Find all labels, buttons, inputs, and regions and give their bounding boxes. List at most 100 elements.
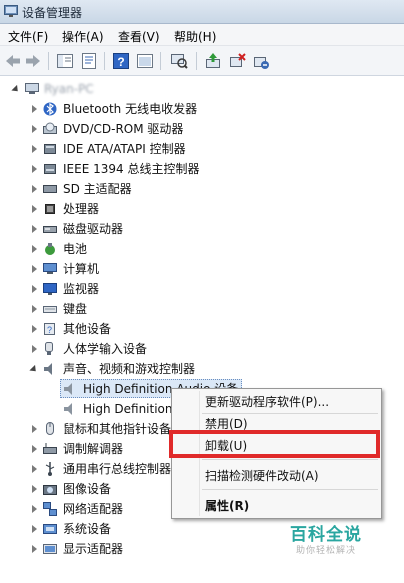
help-icon[interactable]: ? xyxy=(112,52,130,70)
tree-category-0[interactable]: Bluetooth 无线电收发器 xyxy=(0,100,210,118)
expand-arrow-icon[interactable] xyxy=(32,105,37,113)
tree-category-label: 图像设备 xyxy=(63,482,112,496)
expand-arrow-icon[interactable] xyxy=(32,205,37,213)
menu-item-scan-hardware[interactable]: 扫描检测硬件改动(A) xyxy=(205,467,319,484)
audio-device-icon xyxy=(64,383,72,395)
tree-category-4[interactable]: SD 主适配器 xyxy=(0,180,210,198)
tree-category-10[interactable]: 键盘 xyxy=(0,300,210,318)
menu-item-properties[interactable]: 属性(R) xyxy=(205,497,249,514)
uninstall-highlight-box xyxy=(169,430,380,458)
computer-root-icon xyxy=(25,83,39,94)
menu-file[interactable]: 文件(F) xyxy=(8,28,48,45)
tree-category-12[interactable]: 人体学输入设备 xyxy=(0,340,210,358)
expand-arrow-icon[interactable] xyxy=(32,425,37,433)
menu-bar: 文件(F) 操作(A) 查看(V) 帮助(H) xyxy=(0,24,404,46)
processor-icon xyxy=(45,204,55,214)
keyboard-icon xyxy=(43,306,57,313)
tree-category-label: 电池 xyxy=(63,242,88,256)
console-icon[interactable] xyxy=(136,52,154,70)
tree-category-3[interactable]: IEEE 1394 总线主控制器 xyxy=(0,160,210,178)
show-hide-tree-icon[interactable] xyxy=(56,52,74,70)
tree-category-7[interactable]: 电池 xyxy=(0,240,210,258)
expand-arrow-icon[interactable] xyxy=(32,225,37,233)
tree-category-label: 计算机 xyxy=(63,262,100,276)
disable-device-icon[interactable] xyxy=(228,52,246,70)
tree-category-label: 处理器 xyxy=(63,202,100,216)
sd-adapter-icon xyxy=(43,185,57,193)
tree-category-label: 其他设备 xyxy=(63,322,112,336)
network-adapter-icon xyxy=(43,502,57,516)
device-manager-icon xyxy=(4,5,18,17)
dvd-drive-icon xyxy=(43,122,57,134)
back-arrow-icon[interactable] xyxy=(4,52,22,70)
expand-arrow-icon[interactable] xyxy=(32,265,37,273)
tree-category-19[interactable]: 系统设备 xyxy=(0,520,210,538)
ide-controller-icon xyxy=(44,144,56,154)
menu-action[interactable]: 操作(A) xyxy=(62,28,104,45)
tree-category-label: 通用串行总线控制器 xyxy=(63,462,172,476)
expand-arrow-icon[interactable] xyxy=(32,185,37,193)
expand-arrow-icon[interactable] xyxy=(32,545,37,553)
tree-category-8[interactable]: 计算机 xyxy=(0,260,210,278)
usb-controller-icon xyxy=(45,462,55,476)
tree-category-13[interactable]: 声音、视频和游戏控制器 xyxy=(0,360,210,378)
collapse-arrow-icon[interactable] xyxy=(29,364,39,375)
computer-icon xyxy=(43,263,57,274)
system-devices-icon xyxy=(43,524,57,534)
tree-category-6[interactable]: 磁盘驱动器 xyxy=(0,220,210,238)
expand-arrow-icon[interactable] xyxy=(32,145,37,153)
expand-arrow-icon[interactable] xyxy=(32,165,37,173)
tree-category-1[interactable]: DVD/CD-ROM 驱动器 xyxy=(0,120,210,138)
disk-drive-icon xyxy=(43,226,57,233)
expand-arrow-icon[interactable] xyxy=(32,325,37,333)
tree-category-label: 人体学输入设备 xyxy=(63,342,148,356)
forward-arrow-icon[interactable] xyxy=(24,52,42,70)
tree-category-11[interactable]: ? 其他设备 xyxy=(0,320,210,338)
scan-hardware-icon[interactable] xyxy=(170,52,188,70)
modem-icon xyxy=(43,443,57,454)
expand-arrow-icon[interactable] xyxy=(32,485,37,493)
expand-arrow-icon[interactable] xyxy=(32,125,37,133)
tree-root[interactable]: Ryan-PC xyxy=(6,80,206,98)
sound-device-label: High Definition xyxy=(83,402,173,416)
svg-text:?: ? xyxy=(47,325,52,335)
sound-controller-icon xyxy=(44,363,52,375)
expand-arrow-icon[interactable] xyxy=(32,285,37,293)
title-bar: 设备管理器 xyxy=(0,0,404,24)
menu-help[interactable]: 帮助(H) xyxy=(174,28,216,45)
watermark-subtitle: 助你轻松解决 xyxy=(296,546,357,556)
uninstall-device-icon[interactable] xyxy=(252,52,270,70)
menu-view[interactable]: 查看(V) xyxy=(118,28,160,45)
expand-arrow-icon[interactable] xyxy=(32,305,37,313)
expand-arrow-icon[interactable] xyxy=(32,525,37,533)
svg-text:?: ? xyxy=(117,55,124,69)
tree-category-5[interactable]: 处理器 xyxy=(0,200,210,218)
tree-category-2[interactable]: IDE ATA/ATAPI 控制器 xyxy=(0,140,210,158)
expand-arrow-icon[interactable] xyxy=(32,245,37,253)
expand-arrow-icon[interactable] xyxy=(32,345,37,353)
collapse-arrow-icon[interactable] xyxy=(11,84,21,95)
expand-arrow-icon[interactable] xyxy=(32,445,37,453)
update-driver-icon[interactable] xyxy=(204,52,222,70)
tree-category-label: 网络适配器 xyxy=(63,502,124,516)
tree-category-label: 调制解调器 xyxy=(63,442,124,456)
tree-category-label: 声音、视频和游戏控制器 xyxy=(63,362,196,376)
ieee1394-controller-icon xyxy=(44,164,56,174)
window-title: 设备管理器 xyxy=(22,6,83,20)
menu-item-update-driver[interactable]: 更新驱动程序软件(P)... xyxy=(205,393,329,410)
tree-category-label: IDE ATA/ATAPI 控制器 xyxy=(63,142,186,156)
properties-icon[interactable] xyxy=(80,52,98,70)
bluetooth-radio-icon xyxy=(43,102,57,116)
tree-category-label: 磁盘驱动器 xyxy=(63,222,124,236)
tree-category-9[interactable]: 监视器 xyxy=(0,280,210,298)
tree-category-label: IEEE 1394 总线主控制器 xyxy=(63,162,200,176)
tree-category-label: SD 主适配器 xyxy=(63,182,132,196)
mouse-icon xyxy=(46,422,54,435)
monitor-icon xyxy=(43,283,57,295)
expand-arrow-icon[interactable] xyxy=(32,465,37,473)
expand-arrow-icon[interactable] xyxy=(32,505,37,513)
tree-category-20[interactable]: 显示适配器 xyxy=(0,540,210,558)
watermark-title: 百科全说 xyxy=(290,525,362,545)
tree-category-label: 显示适配器 xyxy=(63,542,124,556)
toolbar: ? xyxy=(0,46,404,76)
